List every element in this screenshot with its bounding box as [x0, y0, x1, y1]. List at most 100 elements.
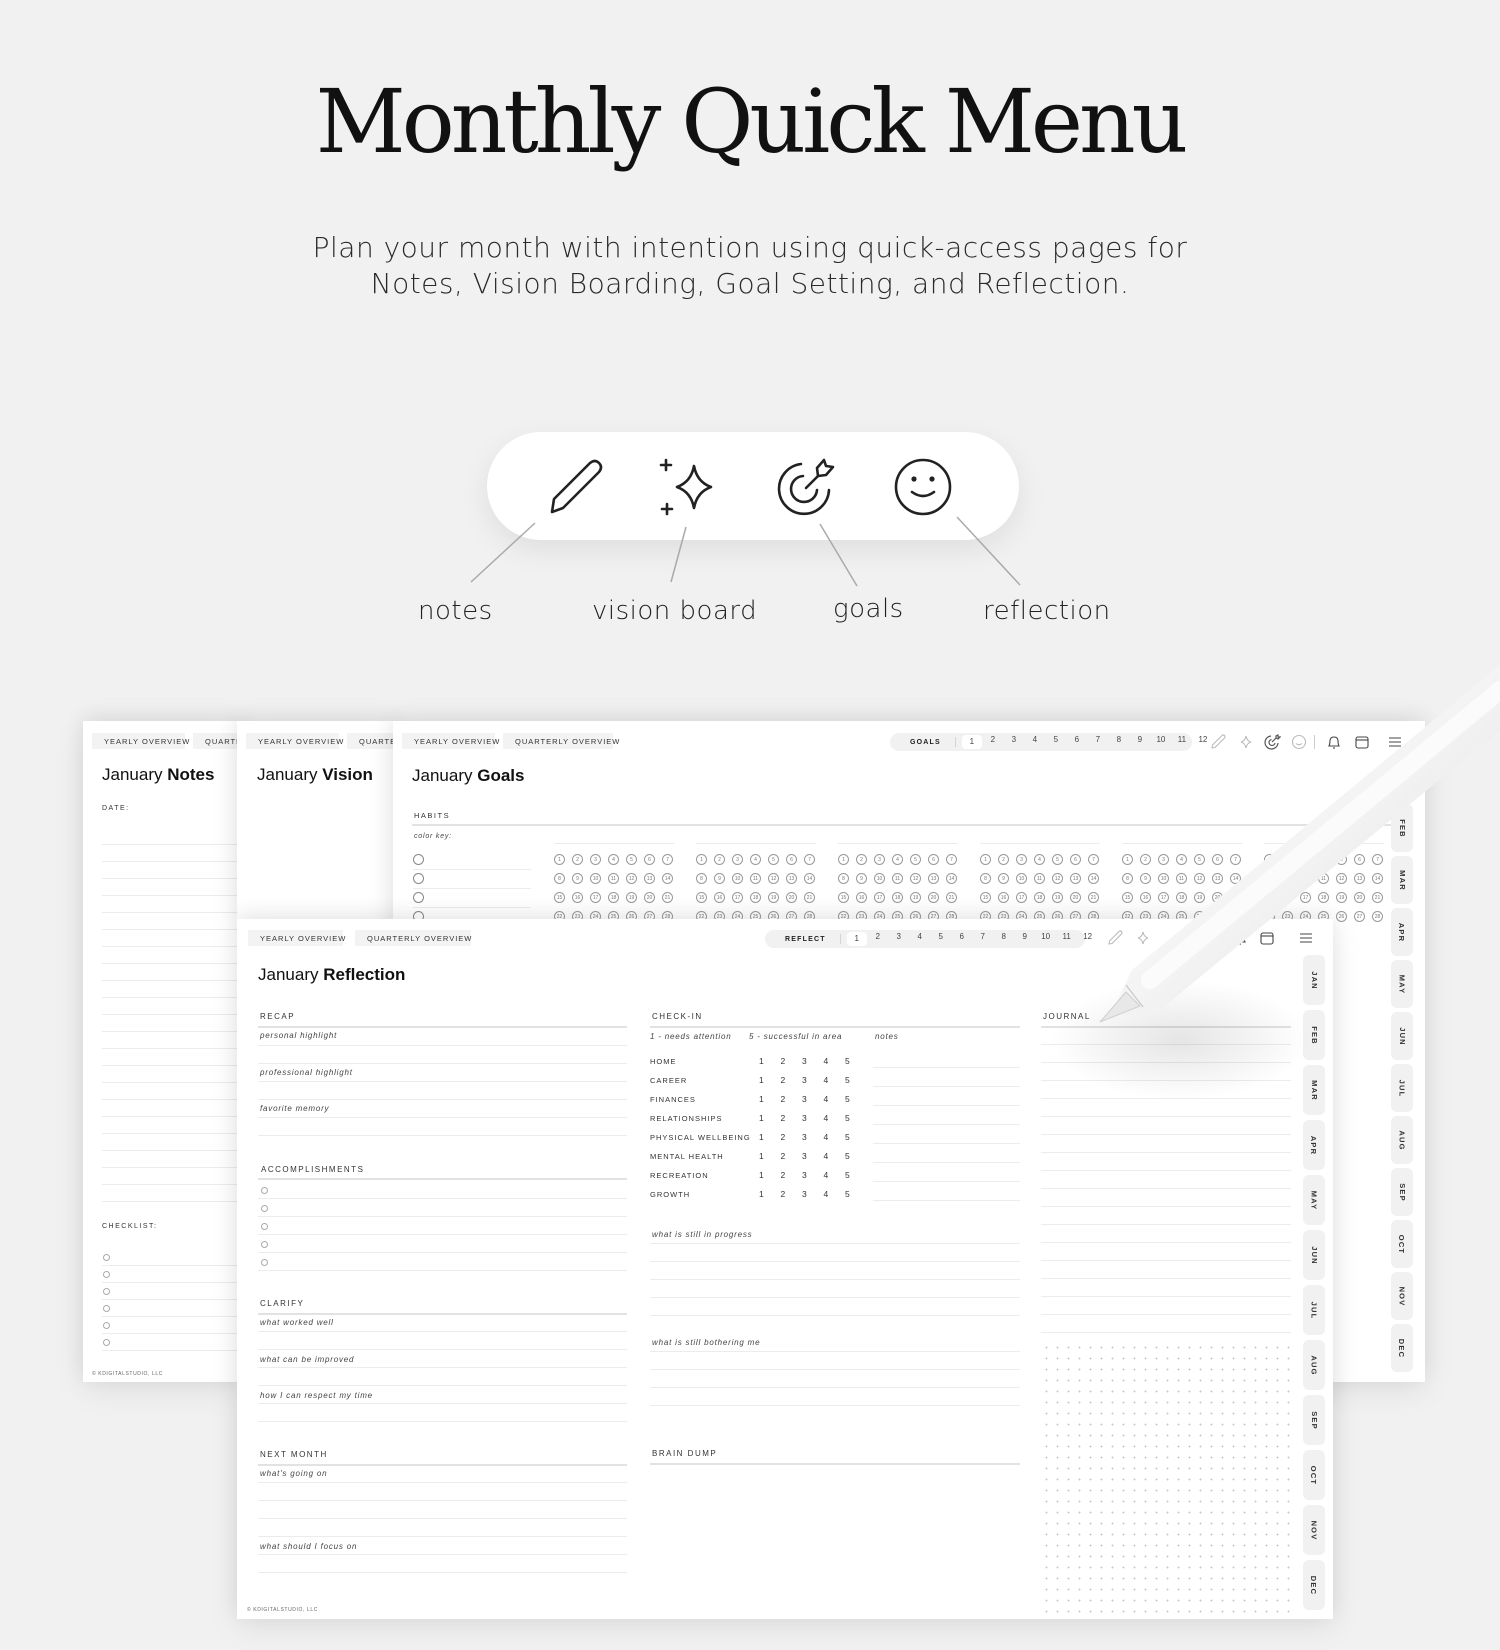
habit-day-6[interactable]: 6	[1212, 854, 1223, 865]
yearly-overview-button[interactable]: YEARLY OVERVIEW	[92, 733, 189, 749]
note-line[interactable]	[102, 1184, 243, 1185]
habit-day-3[interactable]: 3	[732, 854, 743, 865]
habit-day-18[interactable]: 18	[1176, 892, 1187, 903]
rating-3[interactable]: 3	[802, 1056, 807, 1066]
accomplishment-checkbox[interactable]	[261, 1223, 268, 1230]
rating-2[interactable]: 2	[781, 1056, 786, 1066]
color-key-swatch[interactable]	[413, 892, 424, 903]
habit-day-9[interactable]: 9	[856, 873, 867, 884]
page-number-7[interactable]: 7	[1088, 735, 1108, 749]
month-tab-apr[interactable]: APR	[1303, 1120, 1325, 1170]
habit-day-9[interactable]: 9	[714, 873, 725, 884]
habit-day-20[interactable]: 20	[786, 892, 797, 903]
page-number-2[interactable]: 2	[868, 932, 888, 946]
habit-day-12[interactable]: 12	[1336, 873, 1347, 884]
sparkle-icon[interactable]	[1133, 929, 1151, 947]
habit-day-13[interactable]: 13	[1212, 873, 1223, 884]
habit-day-14[interactable]: 14	[662, 873, 673, 884]
habit-day-5[interactable]: 5	[910, 854, 921, 865]
habit-day-13[interactable]: 13	[1070, 873, 1081, 884]
habit-day-26[interactable]: 26	[1336, 911, 1347, 922]
journal-line[interactable]	[1041, 1296, 1291, 1297]
checkbox[interactable]	[103, 1305, 110, 1312]
color-key-swatch[interactable]	[413, 873, 424, 884]
month-tab-dec[interactable]: DEC	[1303, 1560, 1325, 1610]
note-line[interactable]	[102, 997, 243, 998]
rating-1[interactable]: 1	[759, 1094, 764, 1104]
note-line[interactable]	[102, 895, 243, 896]
journal-line[interactable]	[1041, 1062, 1291, 1063]
month-tab-nov[interactable]: NOV	[1303, 1505, 1325, 1555]
note-line[interactable]	[102, 861, 243, 862]
habit-day-16[interactable]: 16	[856, 892, 867, 903]
page-number-5[interactable]: 5	[1046, 735, 1066, 749]
habit-day-1[interactable]: 1	[1122, 854, 1133, 865]
rating-3[interactable]: 3	[802, 1189, 807, 1199]
rating-5[interactable]: 5	[845, 1094, 850, 1104]
rating-2[interactable]: 2	[781, 1151, 786, 1161]
habit-day-7[interactable]: 7	[1088, 854, 1099, 865]
habit-day-8[interactable]: 8	[1264, 873, 1275, 884]
rating-1[interactable]: 1	[759, 1056, 764, 1066]
habit-day-3[interactable]: 3	[1016, 854, 1027, 865]
rating-2[interactable]: 2	[781, 1094, 786, 1104]
rating-4[interactable]: 4	[824, 1189, 829, 1199]
journal-line[interactable]	[1041, 1080, 1291, 1081]
menu-icon[interactable]	[1297, 929, 1315, 947]
habit-day-20[interactable]: 20	[1212, 892, 1223, 903]
journal-line[interactable]	[1041, 1206, 1291, 1207]
habit-day-7[interactable]: 7	[946, 854, 957, 865]
journal-line[interactable]	[1041, 1152, 1291, 1153]
rating-1[interactable]: 1	[759, 1075, 764, 1085]
habit-day-5[interactable]: 5	[626, 854, 637, 865]
checkbox[interactable]	[103, 1254, 110, 1261]
habit-day-20[interactable]: 20	[928, 892, 939, 903]
note-line[interactable]	[102, 912, 243, 913]
quarterly-overview-button[interactable]: QUARTER	[347, 733, 397, 749]
page-number-10[interactable]: 10	[1036, 932, 1056, 946]
month-tab-sep[interactable]: SEP	[1303, 1395, 1325, 1445]
habit-day-17[interactable]: 17	[1158, 892, 1169, 903]
habit-day-27[interactable]: 27	[1354, 911, 1365, 922]
habit-day-16[interactable]: 16	[998, 892, 1009, 903]
habit-day-19[interactable]: 19	[626, 892, 637, 903]
note-line[interactable]	[102, 1150, 243, 1151]
rating-2[interactable]: 2	[781, 1113, 786, 1123]
page-number-9[interactable]: 9	[1015, 932, 1035, 946]
smiley-icon[interactable]	[1290, 733, 1308, 751]
month-tab-feb[interactable]: FEB	[1303, 1010, 1325, 1060]
page-number-3[interactable]: 3	[889, 932, 909, 946]
habit-day-8[interactable]: 8	[1122, 873, 1133, 884]
checkin-notes-line[interactable]	[873, 1200, 1020, 1201]
journal-line[interactable]	[1041, 1332, 1291, 1333]
rating-1[interactable]: 1	[759, 1132, 764, 1142]
rating-4[interactable]: 4	[824, 1075, 829, 1085]
note-line[interactable]	[102, 1014, 243, 1015]
month-tab-aug[interactable]: AUG	[1391, 1116, 1413, 1164]
page-number-7[interactable]: 7	[973, 932, 993, 946]
checkbox[interactable]	[103, 1322, 110, 1329]
rating-5[interactable]: 5	[845, 1075, 850, 1085]
target-arrow-icon[interactable]	[773, 454, 839, 520]
habit-day-14[interactable]: 14	[946, 873, 957, 884]
journal-line[interactable]	[1041, 1116, 1291, 1117]
month-tab-jul[interactable]: JUL	[1303, 1285, 1325, 1335]
rating-3[interactable]: 3	[802, 1113, 807, 1123]
habit-day-4[interactable]: 4	[750, 854, 761, 865]
habit-day-15[interactable]: 15	[1264, 892, 1275, 903]
habit-day-2[interactable]: 2	[1282, 854, 1293, 865]
habit-day-20[interactable]: 20	[1354, 892, 1365, 903]
habit-day-14[interactable]: 14	[1230, 873, 1241, 884]
habit-day-13[interactable]: 13	[1354, 873, 1365, 884]
rating-2[interactable]: 2	[781, 1075, 786, 1085]
rating-2[interactable]: 2	[781, 1170, 786, 1180]
journal-line[interactable]	[1041, 1242, 1291, 1243]
note-line[interactable]	[102, 1133, 243, 1134]
habit-day-13[interactable]: 13	[786, 873, 797, 884]
journal-line[interactable]	[1041, 1134, 1291, 1135]
rating-4[interactable]: 4	[824, 1132, 829, 1142]
habit-day-1[interactable]: 1	[980, 854, 991, 865]
bell-icon[interactable]	[1325, 733, 1343, 751]
habit-day-18[interactable]: 18	[1034, 892, 1045, 903]
month-tab-jun[interactable]: JUN	[1303, 1230, 1325, 1280]
